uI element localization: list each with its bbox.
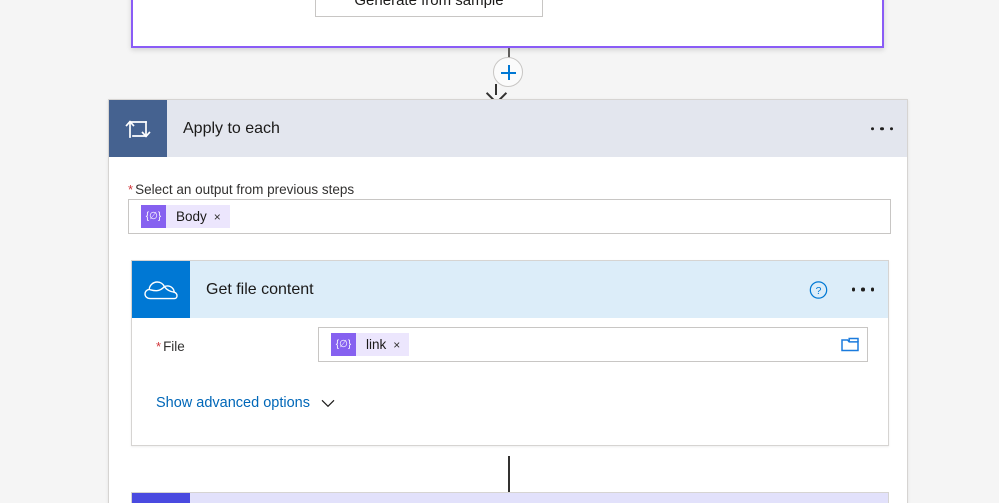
- apply-to-each-card[interactable]: Apply to each * Select an output from pre…: [108, 99, 908, 503]
- get-file-content-title: Get file content: [206, 280, 314, 298]
- file-field-label: * File: [156, 339, 185, 354]
- apply-to-each-title: Apply to each: [183, 119, 280, 137]
- show-advanced-options-label: Show advanced options: [156, 395, 310, 411]
- arrow-down-icon: [483, 82, 509, 105]
- file-field-label-text: File: [163, 339, 185, 354]
- required-marker: *: [128, 182, 134, 197]
- loop-repeat-icon: [109, 100, 167, 157]
- token-body-label: Body: [176, 209, 207, 224]
- token-link[interactable]: {∅} link ×: [331, 333, 410, 356]
- select-output-label-text: Select an output from previous steps: [135, 182, 355, 197]
- generate-from-sample-button[interactable]: Generate from sample: [315, 0, 543, 17]
- question-circle-icon[interactable]: ?: [809, 280, 828, 299]
- expression-badge-icon: {∅}: [331, 333, 356, 356]
- next-step-card[interactable]: [131, 492, 889, 503]
- get-file-content-card[interactable]: Get file content ? * File {∅} link × Sho…: [131, 260, 889, 446]
- close-icon[interactable]: ×: [393, 339, 409, 351]
- get-file-content-header[interactable]: Get file content ?: [132, 261, 888, 318]
- get-file-content-actions: ?: [809, 280, 874, 299]
- expression-badge-icon: {∅}: [141, 205, 166, 228]
- add-step-button[interactable]: [493, 57, 523, 87]
- apply-to-each-header[interactable]: Apply to each: [109, 100, 907, 157]
- select-output-label: * Select an output from previous steps: [128, 182, 354, 197]
- required-marker: *: [156, 339, 162, 354]
- close-icon[interactable]: ×: [214, 211, 230, 223]
- get-file-content-more-button[interactable]: [851, 287, 874, 292]
- token-link-label: link: [366, 337, 387, 352]
- select-output-input[interactable]: {∅} Body ×: [128, 199, 891, 234]
- file-input[interactable]: {∅} link ×: [318, 327, 868, 362]
- apply-to-each-more-button[interactable]: [870, 126, 893, 131]
- chevron-down-icon: [321, 399, 335, 407]
- connector-add-step: [483, 48, 535, 105]
- svg-text:?: ?: [815, 286, 821, 297]
- show-advanced-options-button[interactable]: Show advanced options: [156, 395, 335, 411]
- step-icon: [132, 493, 190, 503]
- onedrive-cloud-icon: [132, 261, 190, 318]
- file-picker-button[interactable]: [837, 332, 863, 358]
- flow-designer-canvas: Generate from sample Apply to each * Sel…: [0, 0, 999, 503]
- token-body[interactable]: {∅} Body ×: [141, 205, 230, 228]
- previous-step-card[interactable]: Generate from sample: [131, 0, 884, 48]
- next-step-header[interactable]: [132, 493, 888, 503]
